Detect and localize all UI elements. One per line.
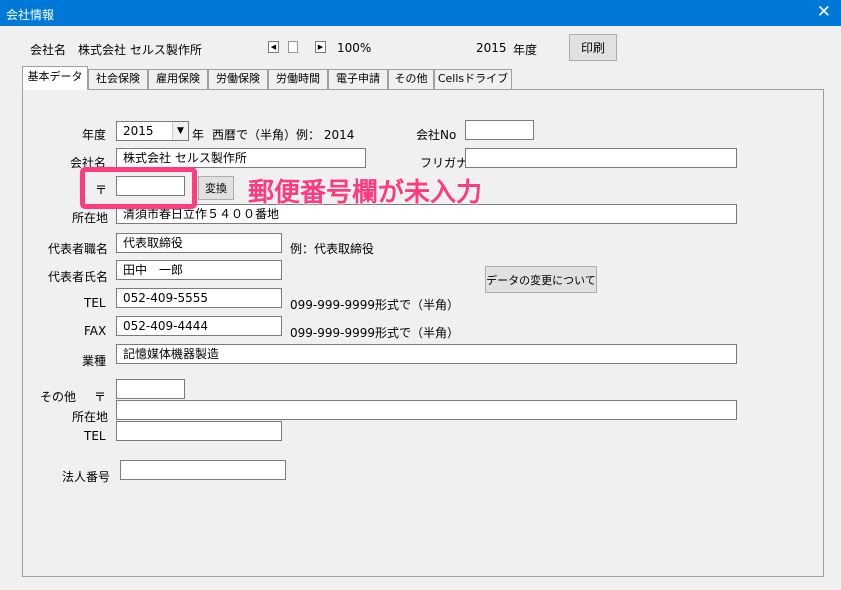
corp-number-label: 法人番号 [62,470,111,484]
fiscal-year-value: 2015 [123,124,154,138]
tab-working-hours[interactable]: 労働時間 [268,69,328,89]
company-name-input[interactable]: 株式会社 セルス製作所 [116,148,366,168]
fiscal-year-select[interactable]: 2015 ▼ [116,121,189,141]
rep-title-hint: 例：代表取締役 [290,242,375,256]
tab-employment-insurance[interactable]: 雇用保険 [148,69,208,89]
zoom-increase-icon[interactable]: ▶ [315,41,326,53]
industry-input[interactable]: 記憶媒体機器製造 [116,344,737,364]
other-postal-input[interactable] [116,379,185,399]
fiscal-year-label: 年度 [82,128,107,142]
data-change-button[interactable]: データの変更について [485,266,597,293]
tab-e-application[interactable]: 電子申請 [328,69,388,89]
zoom-level: 100% [337,41,372,55]
fax-hint: 099-999-9999形式で（半角） [290,326,460,340]
zoom-decrease-icon[interactable]: ◀ [268,41,279,53]
tab-cells-drive[interactable]: Cellsドライブ [434,69,512,89]
tab-social-insurance[interactable]: 社会保険 [88,69,148,89]
header-company-name: 株式会社 セルス製作所 [78,43,202,57]
close-icon[interactable]: ✕ [817,3,831,21]
corp-number-input[interactable] [120,460,286,480]
tel-input[interactable]: 052-409-5555 [116,288,282,308]
other-address-label: 所在地 [72,410,109,424]
header-year-label: 年度 [513,43,538,57]
annotation-text: 郵便番号欄が未入力 [248,178,483,208]
header-company-label: 会社名 [30,43,67,57]
header-year: 2015 [476,41,507,55]
tab-labor-insurance[interactable]: 労働保険 [208,69,268,89]
fax-input[interactable]: 052-409-4444 [116,316,282,336]
chevron-down-icon[interactable]: ▼ [172,122,188,140]
window-title: 会社情報 [6,8,55,22]
tel-hint: 099-999-9999形式で（半角） [290,298,460,312]
rep-title-input[interactable]: 代表取締役 [116,233,282,253]
furigana-input[interactable] [465,148,737,168]
zoom-slider-thumb[interactable] [288,41,298,53]
title-bar: 会社情報 ✕ [0,0,841,26]
rep-name-input[interactable]: 田中 一郎 [116,260,282,280]
address-label: 所在地 [72,211,109,225]
tab-basic-data[interactable]: 基本データ [22,66,88,90]
other-tel-label: TEL [84,429,106,443]
convert-button[interactable]: 変換 [198,176,234,200]
industry-label: 業種 [82,354,107,368]
fax-label: FAX [84,324,107,338]
tel-label: TEL [84,296,106,310]
furigana-label: フリガナ [420,156,469,170]
year-hint: 西暦で（半角）例： 2014 [212,128,355,142]
company-no-input[interactable] [465,120,534,140]
postal-highlight-box [80,167,197,209]
print-button[interactable]: 印刷 [569,34,617,61]
tab-other[interactable]: その他 [388,69,434,89]
other-postal-mark-label: 〒 [94,390,107,404]
year-suffix: 年 [192,128,205,142]
other-address-input[interactable] [116,400,737,420]
rep-title-label: 代表者職名 [48,242,109,256]
company-no-label: 会社No [416,128,457,142]
other-label: その他 [40,390,77,404]
rep-name-label: 代表者氏名 [48,270,109,284]
other-tel-input[interactable] [116,421,282,441]
